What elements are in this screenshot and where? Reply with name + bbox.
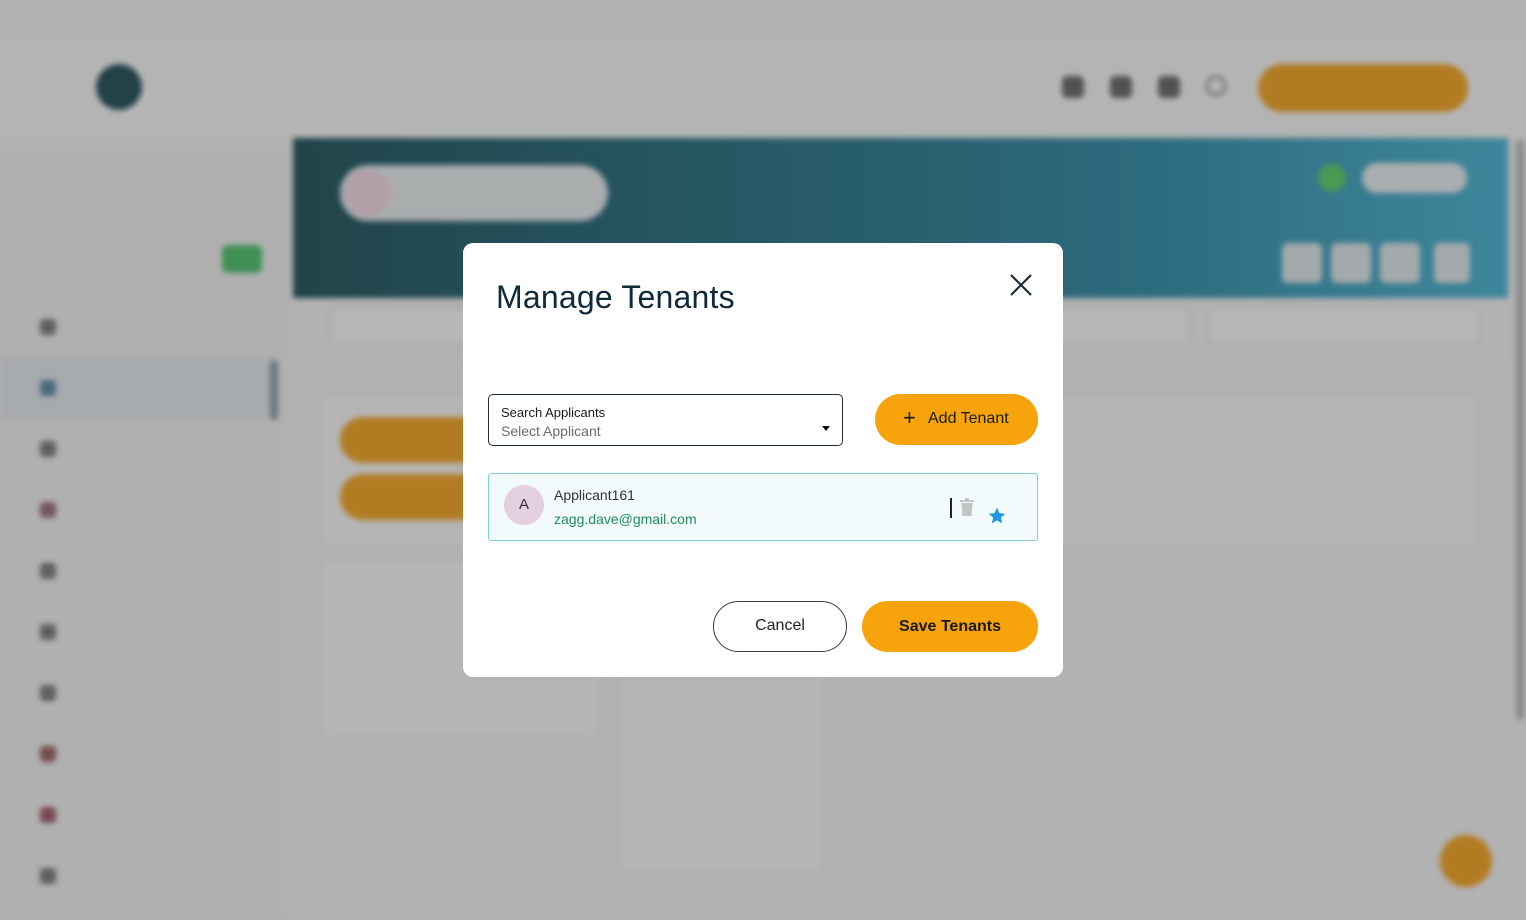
search-applicants-select[interactable]: Search Applicants Select Applicant [488, 394, 843, 446]
add-tenant-button[interactable]: + Add Tenant [875, 394, 1038, 445]
tenant-card: A Applicant161 zagg.dave@gmail.com [488, 473, 1038, 541]
close-icon[interactable] [1007, 271, 1035, 299]
add-tenant-label: Add Tenant [928, 410, 1009, 427]
select-applicant-placeholder: Select Applicant [501, 423, 601, 439]
plus-icon: + [903, 405, 916, 430]
star-icon[interactable] [987, 506, 1007, 526]
manage-tenants-dialog: Manage Tenants Search Applicants Select … [463, 243, 1063, 677]
avatar: A [504, 485, 544, 525]
save-tenants-button[interactable]: Save Tenants [862, 601, 1038, 652]
tenant-name: Applicant161 [554, 487, 635, 503]
divider [950, 498, 952, 518]
cancel-button[interactable]: Cancel [713, 601, 847, 652]
search-applicants-label: Search Applicants [501, 405, 606, 420]
trash-icon[interactable] [960, 498, 974, 516]
dialog-title: Manage Tenants [496, 279, 735, 315]
chevron-down-icon [822, 426, 830, 431]
tenant-email: zagg.dave@gmail.com [554, 511, 697, 527]
